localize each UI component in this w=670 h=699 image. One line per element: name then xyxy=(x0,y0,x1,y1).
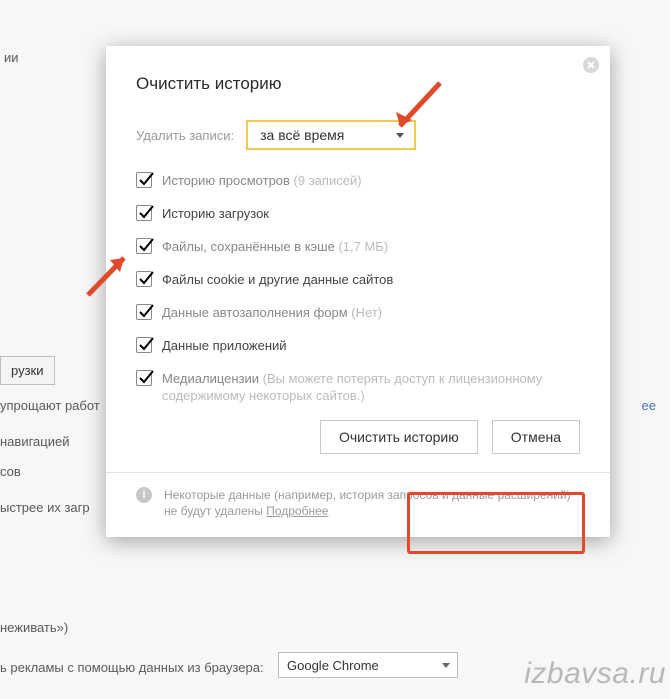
checkbox[interactable] xyxy=(136,304,152,320)
checkbox-row: Данные приложений xyxy=(136,337,580,354)
browser-select-value: Google Chrome xyxy=(287,658,379,673)
dialog-footer: i Некоторые данные (например, история за… xyxy=(106,472,610,519)
checkbox-label: Файлы cookie и другие данные сайтов xyxy=(162,271,393,288)
cancel-button[interactable]: Отмена xyxy=(492,420,580,454)
bg-fragment: неживать») xyxy=(0,620,68,635)
checkbox-label: Историю загрузок xyxy=(162,205,269,222)
footer-text: Некоторые данные (например, история запр… xyxy=(164,488,571,518)
bg-fragment: упрощают работ xyxy=(0,398,100,413)
clear-history-dialog: Очистить историю Удалить записи: за всё … xyxy=(106,46,610,537)
dialog-actions: Очистить историю Отмена xyxy=(136,420,580,454)
checkbox-row: Файлы, сохранённые в кэше (1,7 МБ) xyxy=(136,238,580,255)
downloads-button[interactable]: рузки xyxy=(0,356,55,385)
dialog-title: Очистить историю xyxy=(136,74,580,94)
close-button[interactable] xyxy=(582,56,600,74)
close-icon xyxy=(582,56,600,74)
checkbox-row: Историю загрузок xyxy=(136,205,580,222)
checkbox[interactable] xyxy=(136,205,152,221)
checkbox-label: Данные приложений xyxy=(162,337,287,354)
bg-fragment: сов xyxy=(0,464,21,479)
checkbox-row: Историю просмотров (9 записей) xyxy=(136,172,580,189)
checkbox[interactable] xyxy=(136,370,152,386)
bg-fragment: ыстрее их загр xyxy=(0,500,90,515)
checkbox-label: Файлы, сохранённые в кэше (1,7 МБ) xyxy=(162,238,388,255)
checkbox-label: Данные автозаполнения форм (Нет) xyxy=(162,304,382,321)
checkbox-label: Медиалицензии (Вы можете потерять доступ… xyxy=(162,370,580,404)
info-icon: i xyxy=(136,487,152,503)
clear-history-button[interactable]: Очистить историю xyxy=(320,420,478,454)
time-range-value: за всё время xyxy=(260,127,344,143)
checkbox[interactable] xyxy=(136,238,152,254)
checkbox[interactable] xyxy=(136,271,152,287)
checkbox-label: Историю просмотров (9 записей) xyxy=(162,172,362,189)
checkbox-row: Файлы cookie и другие данные сайтов xyxy=(136,271,580,288)
bg-link-fragment[interactable]: ее xyxy=(642,398,656,413)
bg-fragment: ии xyxy=(4,50,19,65)
checkbox[interactable] xyxy=(136,172,152,188)
watermark: izbavsa.ru xyxy=(524,657,666,691)
period-label: Удалить записи: xyxy=(136,128,234,143)
checkbox-row: Данные автозаполнения форм (Нет) xyxy=(136,304,580,321)
footer-more-link[interactable]: Подробнее xyxy=(266,504,328,518)
browser-select[interactable]: Google Chrome xyxy=(278,652,458,678)
checkbox-row: Медиалицензии (Вы можете потерять доступ… xyxy=(136,370,580,404)
checkbox[interactable] xyxy=(136,337,152,353)
bg-fragment: навигацией xyxy=(0,434,69,449)
time-range-select[interactable]: за всё время xyxy=(246,120,416,150)
bg-fragment: ь рекламы с помощью данных из браузера: xyxy=(0,660,264,675)
